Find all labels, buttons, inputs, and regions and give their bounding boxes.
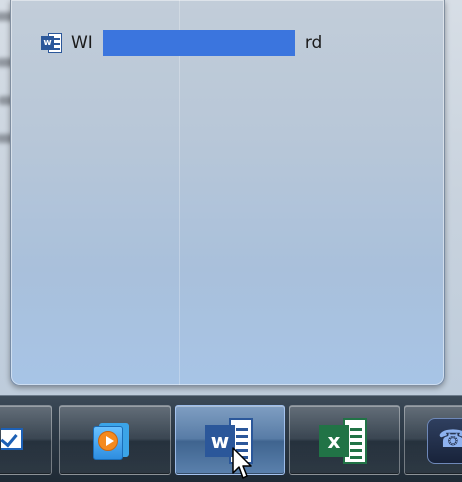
media-player-icon xyxy=(93,423,129,460)
excel-icon: x xyxy=(319,418,369,464)
taskbar-button-excel[interactable]: x xyxy=(289,405,400,475)
taskbar-button-outlook[interactable] xyxy=(0,405,52,475)
mouse-cursor-icon xyxy=(232,447,252,479)
taskbar-button-word[interactable]: w xyxy=(175,405,285,475)
redacted-text xyxy=(102,30,295,56)
phone-icon xyxy=(427,418,462,464)
preview-title-start: WI xyxy=(71,33,93,53)
preview-title-end: rd xyxy=(304,33,323,53)
taskbar: w x xyxy=(0,395,462,482)
taskbar-thumbnail-preview[interactable]: w WI rd xyxy=(10,0,445,386)
preview-title[interactable]: w WI rd xyxy=(41,30,322,56)
taskbar-button-media-player[interactable] xyxy=(59,405,171,475)
word-icon: w xyxy=(41,33,63,53)
check-mail-icon xyxy=(1,428,23,450)
taskbar-button-lync[interactable] xyxy=(404,405,462,475)
